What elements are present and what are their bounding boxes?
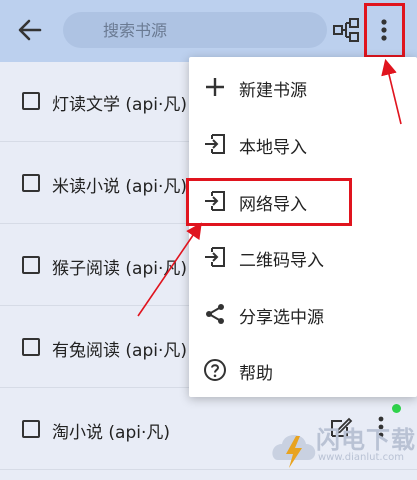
overflow-menu: 新建书源 本地导入 网络导入 二维码导入 分享选中源 帮助 <box>189 57 417 397</box>
help-icon <box>204 359 226 381</box>
search-input[interactable] <box>63 12 327 48</box>
source-name: 淘小说 (api·凡) <box>52 423 171 443</box>
import-icon <box>205 134 225 154</box>
source-checkbox[interactable] <box>22 420 40 438</box>
menu-item-new-source[interactable]: 新建书源 <box>189 59 417 115</box>
watermark-url: www.dianlut.com <box>318 452 404 463</box>
more-button-highlight <box>364 3 405 58</box>
network-import-highlight <box>186 178 352 226</box>
menu-item-label: 本地导入 <box>239 138 307 158</box>
menu-item-help[interactable]: 帮助 <box>189 342 417 398</box>
source-name: 猴子阅读 (api·凡) <box>52 259 188 279</box>
source-checkbox[interactable] <box>22 338 40 356</box>
share-icon <box>206 304 224 324</box>
plus-icon <box>206 78 224 96</box>
source-name: 有兔阅读 (api·凡) <box>52 341 188 361</box>
source-name: 米读小说 (api·凡) <box>52 177 188 197</box>
menu-item-label: 新建书源 <box>239 81 307 101</box>
menu-item-label: 分享选中源 <box>239 308 324 328</box>
menu-item-qrcode-import[interactable]: 二维码导入 <box>189 229 417 285</box>
top-app-bar <box>0 0 417 62</box>
group-icon[interactable] <box>332 16 360 44</box>
watermark-brand: 闪电下载 <box>316 426 416 454</box>
source-checkbox[interactable] <box>22 256 40 274</box>
status-dot <box>392 404 401 413</box>
menu-item-label: 二维码导入 <box>239 251 324 271</box>
import-icon <box>205 247 225 267</box>
source-checkbox[interactable] <box>22 92 40 110</box>
search-field[interactable] <box>63 12 327 48</box>
back-arrow-icon[interactable] <box>14 16 46 44</box>
source-checkbox[interactable] <box>22 174 40 192</box>
menu-item-label: 帮助 <box>239 364 273 384</box>
source-name: 灯读文学 (api·凡) <box>52 95 188 115</box>
menu-item-local-import[interactable]: 本地导入 <box>189 116 417 172</box>
menu-item-share-selected[interactable]: 分享选中源 <box>189 286 417 342</box>
